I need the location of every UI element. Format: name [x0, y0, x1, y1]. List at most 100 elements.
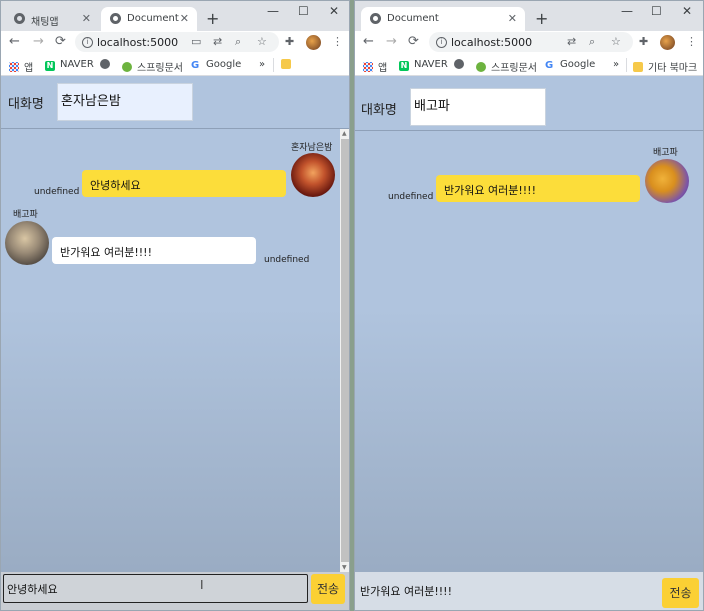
send-button[interactable]: 전송: [311, 574, 345, 604]
close-window-button[interactable]: ✕: [329, 4, 339, 18]
my-message-bubble: 안녕하세요: [82, 170, 286, 197]
forward-icon[interactable]: →: [386, 34, 397, 49]
tab-document[interactable]: Document ✕: [101, 7, 197, 31]
toolbar: ← → ⟳ i localhost:5000 ⇄ ⌕ ☆ ✚ ⋮: [355, 31, 703, 55]
extension-icon[interactable]: ✚: [285, 35, 294, 48]
close-icon[interactable]: ✕: [180, 12, 189, 25]
folder-icon: [281, 59, 291, 69]
url-text: localhost:5000: [451, 36, 533, 49]
other-message-bubble: 반가워요 여러분!!!!: [52, 237, 256, 264]
star-icon[interactable]: ☆: [257, 35, 267, 48]
bookmark-google[interactable]: G Google: [545, 59, 595, 71]
chat-page: 대화명 배고파 배고파 undefined 반가워요 여러분!!!! 반가워요 …: [355, 76, 703, 610]
title-bar: Document ✕ + — ☐ ✕: [355, 1, 703, 31]
chat-page: 대화명 혼자남은밤 혼자남은밤 undefined 안녕하세요 배고파 반가워요…: [1, 76, 349, 610]
chat-scrollbar[interactable]: ▲ ▼: [340, 129, 349, 572]
tab-chat-app[interactable]: 채팅앱 ✕: [5, 7, 99, 31]
left-browser-window: 채팅앱 ✕ Document ✕ + — ☐ ✕ ← → ⟳ i localho…: [0, 0, 350, 611]
room-label: 대화명: [361, 103, 397, 118]
minimize-button[interactable]: —: [267, 4, 279, 18]
message-input[interactable]: 안녕하세요: [3, 574, 308, 603]
reload-icon[interactable]: ⟳: [408, 34, 419, 49]
google-icon: G: [545, 60, 554, 71]
address-bar[interactable]: i localhost:5000 ▭ ⇄ ⌕ ☆: [75, 32, 279, 52]
title-bar: 채팅앱 ✕ Document ✕ + — ☐ ✕: [1, 1, 349, 31]
address-bar[interactable]: i localhost:5000 ⇄ ⌕ ☆: [429, 32, 633, 52]
bookmark-naver[interactable]: N NAVER: [45, 59, 94, 71]
info-icon[interactable]: i: [436, 37, 447, 48]
chat-area[interactable]: 배고파 undefined 반가워요 여러분!!!!: [355, 130, 703, 572]
spring-icon: [476, 62, 486, 72]
extension-icon[interactable]: ✚: [639, 35, 648, 48]
bookmark-naver[interactable]: N NAVER: [399, 59, 448, 71]
scroll-down-icon[interactable]: ▼: [342, 564, 347, 571]
bookmark-apps[interactable]: 앱: [9, 59, 33, 74]
cast-icon[interactable]: ▭: [191, 35, 201, 48]
bookmarks-overflow[interactable]: »: [613, 59, 619, 70]
translate-icon[interactable]: ⇄: [213, 35, 222, 48]
message-sender-name: 배고파: [13, 210, 38, 220]
tab-title: 채팅앱: [31, 17, 59, 28]
tab-document[interactable]: Document ✕: [361, 7, 525, 31]
message-input[interactable]: 반가워요 여러분!!!!: [357, 577, 657, 606]
menu-icon[interactable]: ⋮: [332, 35, 343, 48]
translate-icon[interactable]: ⇄: [567, 35, 576, 48]
close-icon[interactable]: ✕: [82, 12, 91, 25]
back-icon[interactable]: ←: [9, 34, 20, 49]
globe-icon: [100, 59, 110, 69]
bookmark-globe[interactable]: [454, 59, 469, 71]
bookmarks-overflow[interactable]: »: [259, 59, 265, 70]
bookmark-folder[interactable]: [281, 59, 296, 71]
my-message-bubble: 반가워요 여러분!!!!: [436, 175, 640, 202]
forward-icon[interactable]: →: [33, 34, 44, 49]
pumpkin-avatar: [645, 159, 689, 203]
bookmarks-separator: [626, 58, 627, 72]
chat-area[interactable]: 혼자남은밤 undefined 안녕하세요 배고파 반가워요 여러분!!!! u…: [1, 128, 349, 572]
profile-avatar[interactable]: [660, 35, 675, 50]
info-icon[interactable]: i: [82, 37, 93, 48]
bookmarks-bar: 앱 N NAVER 스프링문서 G Google » 기타 북마크: [355, 55, 703, 76]
url-text: localhost:5000: [97, 36, 179, 49]
bookmark-google[interactable]: G Google: [191, 59, 241, 71]
message-sender-name: 혼자남은밤: [291, 143, 333, 153]
close-icon[interactable]: ✕: [508, 12, 517, 25]
room-label: 대화명: [8, 97, 44, 112]
close-window-button[interactable]: ✕: [682, 4, 692, 18]
text-cursor-icon: I: [200, 578, 204, 592]
reload-icon[interactable]: ⟳: [55, 34, 66, 49]
scroll-up-icon[interactable]: ▲: [342, 130, 347, 137]
right-browser-window: Document ✕ + — ☐ ✕ ← → ⟳ i localhost:500…: [354, 0, 704, 611]
nickname-input[interactable]: 혼자남은밤: [57, 83, 193, 121]
bookmark-spring-docs[interactable]: 스프링문서: [476, 59, 537, 74]
tab-title: Document: [387, 13, 439, 24]
minimize-button[interactable]: —: [621, 4, 633, 18]
apps-icon: [363, 62, 373, 72]
other-bookmarks[interactable]: 기타 북마크: [633, 59, 697, 74]
food-avatar: [5, 221, 49, 265]
menu-icon[interactable]: ⋮: [686, 35, 697, 48]
globe-icon: [14, 13, 25, 24]
bookmarks-bar: 앱 N NAVER 스프링문서 G Google »: [1, 55, 349, 76]
bookmark-apps[interactable]: 앱: [363, 59, 387, 74]
zoom-icon[interactable]: ⌕: [235, 35, 241, 49]
maximize-button[interactable]: ☐: [651, 4, 662, 18]
new-tab-button[interactable]: +: [206, 9, 219, 28]
message-sender-name: 배고파: [653, 148, 678, 158]
bookmarks-separator: [273, 58, 274, 72]
new-tab-button[interactable]: +: [535, 9, 548, 28]
bookmark-spring-docs[interactable]: 스프링문서: [122, 59, 183, 74]
maximize-button[interactable]: ☐: [298, 4, 309, 18]
send-button[interactable]: 전송: [662, 578, 699, 608]
bookmark-globe[interactable]: [100, 59, 115, 71]
star-icon[interactable]: ☆: [611, 35, 621, 48]
apps-icon: [9, 62, 19, 72]
zoom-icon[interactable]: ⌕: [589, 35, 595, 49]
nickname-input[interactable]: 배고파: [410, 88, 546, 126]
profile-avatar[interactable]: [306, 35, 321, 50]
spring-icon: [122, 62, 132, 72]
tab-title: Document: [127, 13, 179, 24]
scrollbar-thumb[interactable]: [341, 139, 349, 562]
message-time: undefined: [34, 187, 80, 197]
lantern-avatar: [291, 153, 335, 197]
back-icon[interactable]: ←: [363, 34, 374, 49]
